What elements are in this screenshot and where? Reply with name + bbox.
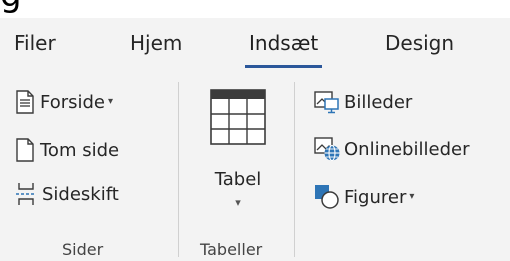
figurer-dropdown-arrow[interactable]: ▾: [409, 191, 414, 202]
tabel-dropdown-arrow[interactable]: ▾: [200, 196, 276, 209]
active-tab-underline: [245, 65, 323, 68]
group-label-sider: Sider: [62, 240, 104, 259]
forside-button[interactable]: Forside ▾: [14, 90, 113, 114]
pictures-icon: [314, 91, 339, 114]
group-label-tabeller: Tabeller: [200, 240, 263, 259]
table-icon: [210, 89, 266, 145]
group-divider: [294, 82, 295, 257]
onlinebilleder-label: Onlinebilleder: [344, 138, 470, 160]
tabel-label: Tabel: [214, 169, 262, 190]
online-pictures-icon: [314, 137, 340, 162]
sideskift-label: Sideskift: [42, 183, 119, 205]
tom-side-label: Tom side: [40, 139, 120, 161]
onlinebilleder-button[interactable]: Onlinebilleder: [314, 136, 469, 162]
sideskift-button[interactable]: Sideskift: [14, 182, 119, 206]
cover-page-icon: [16, 90, 34, 114]
group-divider: [178, 82, 179, 257]
forside-dropdown-arrow[interactable]: ▾: [108, 96, 113, 107]
billeder-button[interactable]: Billeder: [314, 90, 412, 114]
cropped-title-glyph: g: [0, 0, 22, 12]
tab-hjem[interactable]: Hjem: [130, 31, 182, 55]
ribbon-tab-bar: Filer Hjem Indsæt Design: [0, 18, 510, 72]
tab-filer[interactable]: Filer: [14, 31, 56, 55]
shapes-icon: [315, 185, 339, 209]
tab-indsaet[interactable]: Indsæt: [245, 31, 323, 68]
top-strip: g: [0, 0, 510, 18]
forside-label: Forside: [40, 91, 106, 113]
tabel-button[interactable]: Tabel ▾: [200, 84, 276, 226]
blank-page-icon: [16, 138, 34, 162]
ribbon-panel: Forside ▾ Tom side Sideskift Sider Tabel…: [0, 72, 510, 261]
billeder-label: Billeder: [344, 91, 413, 113]
tom-side-button[interactable]: Tom side: [14, 138, 119, 162]
figurer-label: Figurer: [344, 186, 407, 208]
tab-design[interactable]: Design: [385, 31, 454, 55]
page-break-icon: [16, 183, 36, 205]
figurer-button[interactable]: Figurer ▾: [314, 184, 414, 210]
